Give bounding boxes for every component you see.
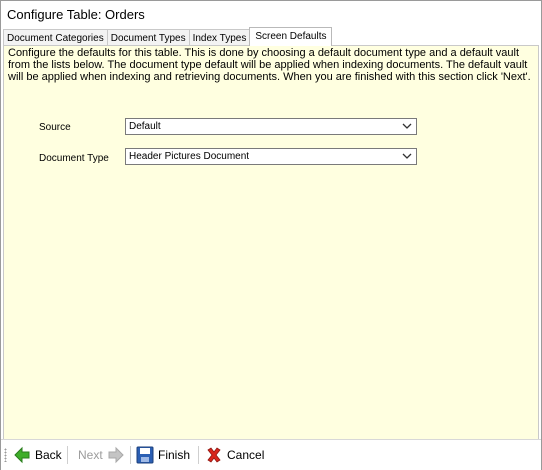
configure-table-dialog: Configure Table: Orders Document Categor… bbox=[0, 0, 542, 470]
tab-document-types[interactable]: Document Types bbox=[106, 29, 190, 46]
toolbar-separator bbox=[130, 446, 131, 464]
chevron-down-icon bbox=[402, 153, 412, 159]
source-dropdown[interactable]: Default bbox=[125, 118, 417, 135]
screen-defaults-panel: Configure the defaults for this table. T… bbox=[3, 45, 539, 440]
back-label: Back bbox=[35, 448, 62, 462]
next-button[interactable]: Next bbox=[78, 445, 125, 465]
wizard-toolbar: Back Next Finish Cancel bbox=[1, 439, 541, 470]
red-x-icon bbox=[207, 447, 221, 463]
tab-index-types[interactable]: Index Types bbox=[188, 29, 251, 46]
tab-screen-defaults[interactable]: Screen Defaults bbox=[249, 27, 333, 46]
cancel-button[interactable]: Cancel bbox=[205, 445, 264, 465]
source-value: Default bbox=[129, 121, 161, 132]
toolbar-separator bbox=[67, 446, 68, 464]
arrow-right-icon bbox=[108, 446, 124, 464]
floppy-disk-icon bbox=[136, 446, 154, 464]
back-button[interactable]: Back bbox=[13, 445, 62, 465]
cancel-label: Cancel bbox=[227, 448, 265, 462]
document-type-dropdown[interactable]: Header Pictures Document bbox=[125, 148, 417, 165]
tab-strip: Document Categories Document Types Index… bbox=[3, 27, 333, 46]
next-label: Next bbox=[78, 448, 103, 462]
arrow-left-icon bbox=[14, 446, 30, 464]
toolbar-grip[interactable] bbox=[4, 448, 7, 462]
window-title: Configure Table: Orders bbox=[7, 7, 145, 22]
toolbar-separator bbox=[198, 446, 199, 464]
tab-document-categories[interactable]: Document Categories bbox=[3, 29, 108, 46]
instructions-text: Configure the defaults for this table. T… bbox=[8, 47, 531, 83]
source-label: Source bbox=[39, 122, 71, 133]
finish-button[interactable]: Finish bbox=[136, 445, 190, 465]
document-type-label: Document Type bbox=[39, 153, 109, 164]
document-type-value: Header Pictures Document bbox=[129, 151, 250, 162]
finish-label: Finish bbox=[158, 448, 191, 462]
chevron-down-icon bbox=[402, 123, 412, 129]
